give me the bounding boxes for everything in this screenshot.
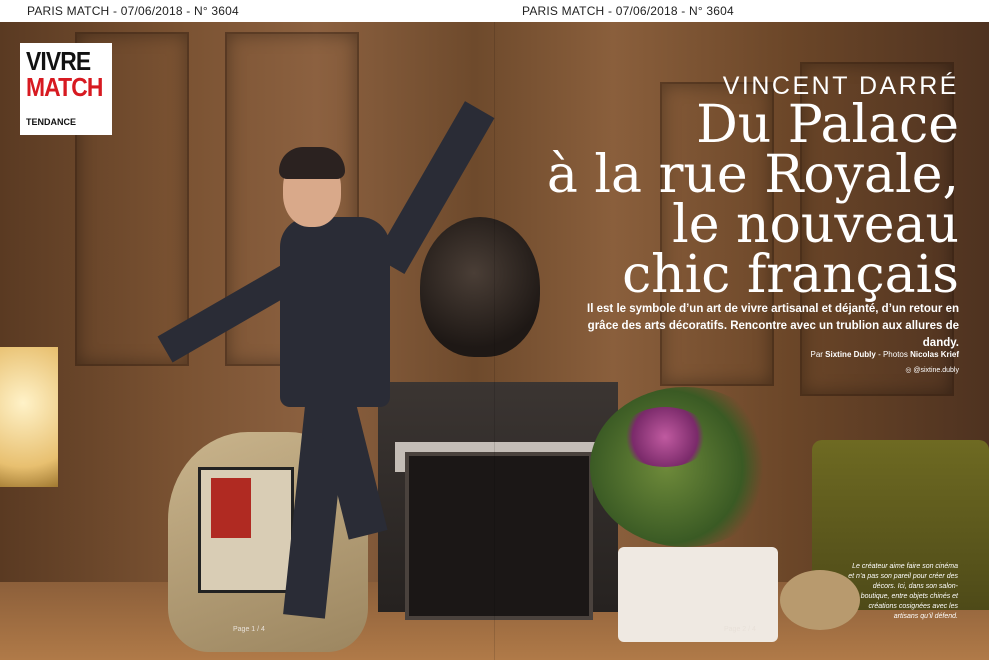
page-gutter <box>494 22 495 660</box>
page-number-left: Page 1 / 4 <box>233 626 265 633</box>
photo-caption: Le créateur aime faire son cinéma et n’a… <box>848 563 958 620</box>
byline-mid: - Photos <box>875 350 911 359</box>
byline: Par Sixtine Dubly - Photos Nicolas Krief <box>810 350 959 359</box>
page-number-right: Page 2 / 4 <box>724 626 756 633</box>
title-line: le nouveau <box>672 195 959 255</box>
byline-prefix: Par <box>810 350 826 359</box>
logo-section: TENDANCE <box>26 117 77 127</box>
article-title: Du Palace à la rue Royale, le nouveau ch… <box>539 95 959 305</box>
flower-bouquet <box>590 387 780 547</box>
title-line: Du Palace <box>696 95 959 155</box>
header-right: PARIS MATCH - 07/06/2018 - N° 3604 <box>522 4 734 18</box>
title-line: à la rue Royale, <box>546 145 959 205</box>
photographer-name: Nicolas Krief <box>910 350 959 359</box>
header-left: PARIS MATCH - 07/06/2018 - N° 3604 <box>27 4 239 18</box>
vivre-match-logo: VIVRE MATCH TENDANCE <box>20 43 112 135</box>
title-line: chic français <box>622 245 959 305</box>
page-header-bar: PARIS MATCH - 07/06/2018 - N° 3604 PARIS… <box>0 0 989 22</box>
article-lede: Il est le symbole d’un art de vivre arti… <box>587 303 959 349</box>
lamp-shade <box>0 347 58 487</box>
bronze-mask-sculpture <box>420 217 540 357</box>
author-name: Sixtine Dubly <box>825 350 876 359</box>
logo-line-2: MATCH <box>26 72 103 102</box>
logo-line-1: VIVRE <box>26 46 91 76</box>
instagram-handle: ◎ @sixtine.dubly <box>905 367 959 374</box>
jumping-man <box>157 101 495 619</box>
